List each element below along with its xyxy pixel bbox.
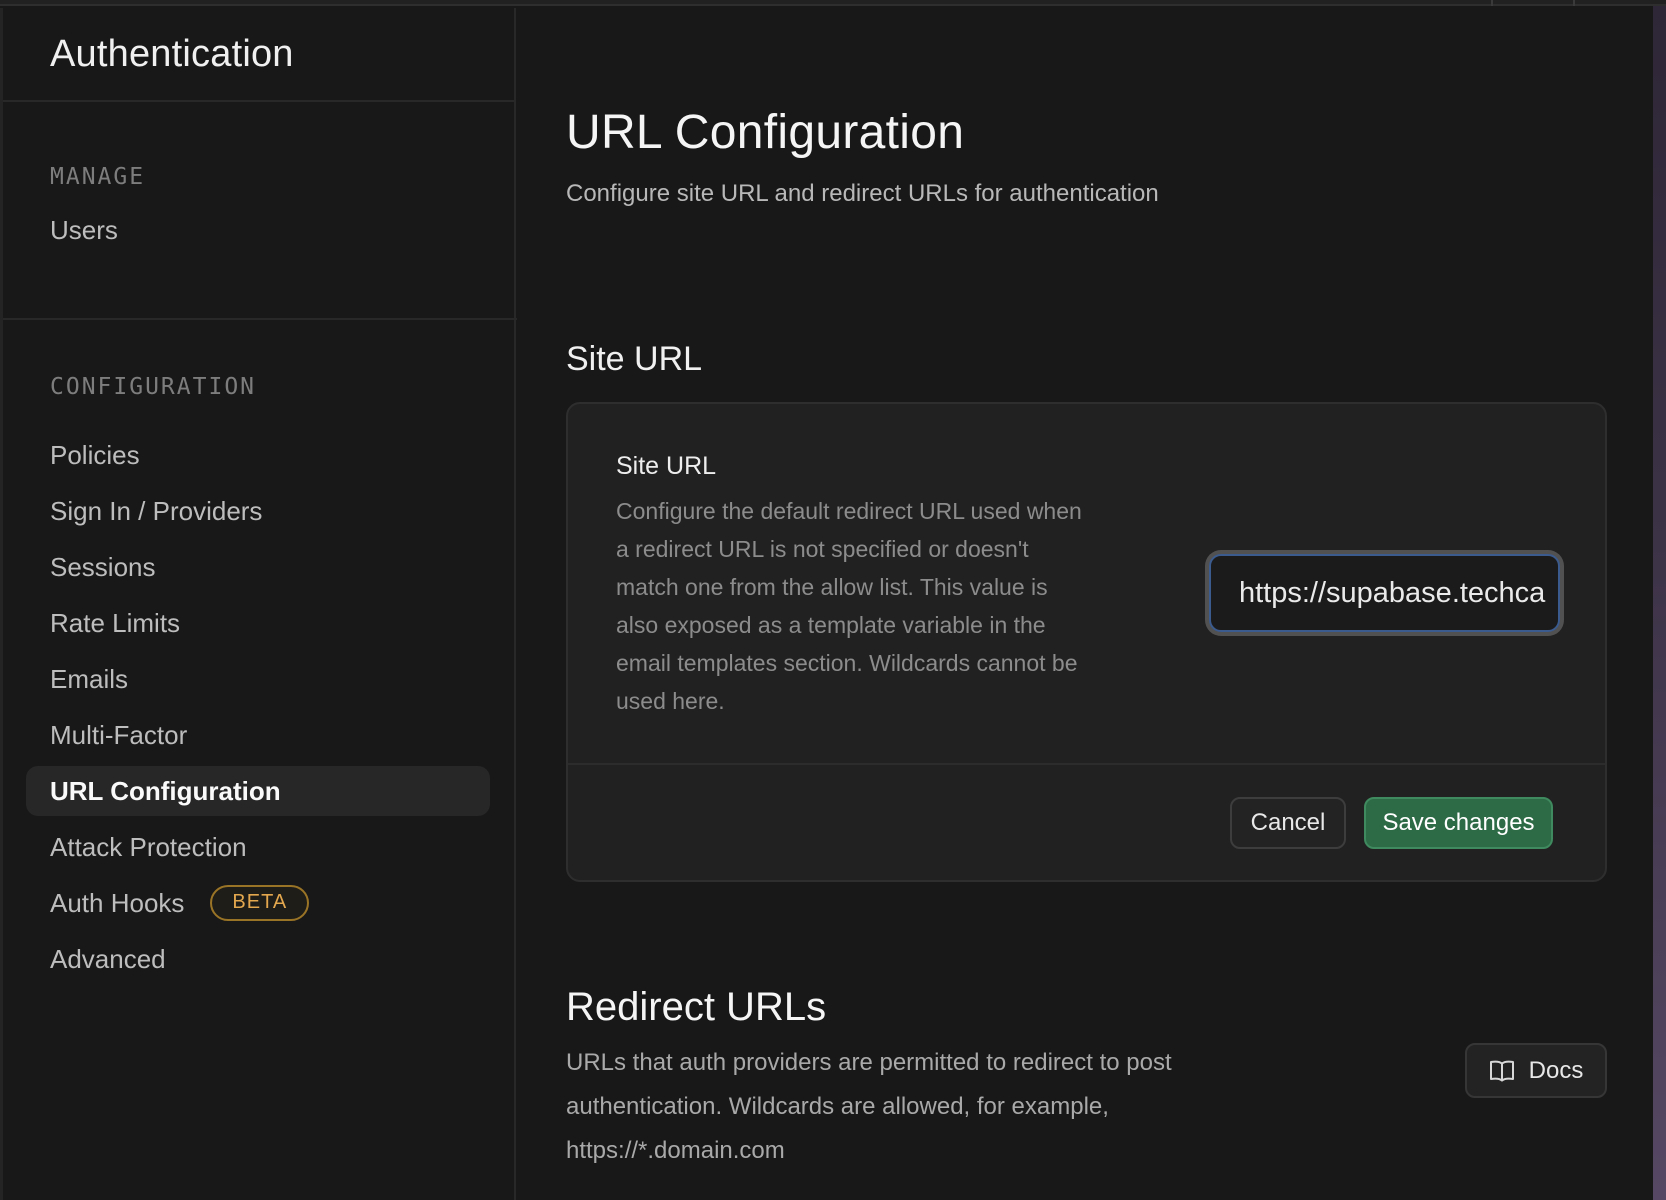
sidebar-item-attack-protection[interactable]: Attack Protection xyxy=(26,822,490,872)
section-label-manage: MANAGE xyxy=(50,164,145,190)
beta-badge: BETA xyxy=(210,885,309,921)
docs-button-label: Docs xyxy=(1529,1057,1584,1085)
sidebar-item-sign-in-providers[interactable]: Sign In / Providers xyxy=(26,486,490,536)
page-title: URL Configuration xyxy=(566,105,964,160)
sidebar-item-advanced[interactable]: Advanced xyxy=(26,934,490,984)
site-url-field-label: Site URL xyxy=(616,452,716,481)
sidebar-item-url-configuration[interactable]: URL Configuration xyxy=(26,766,490,816)
tab-divider xyxy=(1573,0,1575,6)
right-edge-panel-strip xyxy=(1653,6,1666,1200)
book-icon xyxy=(1489,1060,1515,1082)
docs-button[interactable]: Docs xyxy=(1465,1043,1607,1098)
site-url-input[interactable] xyxy=(1209,554,1560,632)
main-content: URL Configuration Configure site URL and… xyxy=(518,8,1653,1200)
tab-divider xyxy=(1491,0,1493,6)
sidebar-item-auth-hooks[interactable]: Auth Hooks BETA xyxy=(26,878,490,928)
sidebar-item-multi-factor[interactable]: Multi-Factor xyxy=(26,710,490,760)
site-url-card: Site URL Configure the default redirect … xyxy=(566,402,1607,882)
redirect-urls-heading: Redirect URLs xyxy=(566,985,826,1030)
sidebar-item-policies[interactable]: Policies xyxy=(26,430,490,480)
sidebar-item-sessions[interactable]: Sessions xyxy=(26,542,490,592)
save-changes-button[interactable]: Save changes xyxy=(1364,797,1553,849)
site-url-heading: Site URL xyxy=(566,340,702,379)
site-url-field-description: Configure the default redirect URL used … xyxy=(616,492,1086,720)
sidebar-title: Authentication xyxy=(50,33,294,76)
redirect-urls-description: URLs that auth providers are permitted t… xyxy=(566,1041,1310,1173)
card-footer: Cancel Save changes xyxy=(568,763,1605,880)
section-label-configuration: CONFIGURATION xyxy=(50,374,256,400)
sidebar-item-rate-limits[interactable]: Rate Limits xyxy=(26,598,490,648)
sidebar-item-emails[interactable]: Emails xyxy=(26,654,490,704)
sidebar-divider xyxy=(3,318,517,320)
cancel-button[interactable]: Cancel xyxy=(1230,797,1346,849)
page-subtitle: Configure site URL and redirect URLs for… xyxy=(566,180,1159,208)
sidebar-item-users[interactable]: Users xyxy=(26,205,490,255)
auth-sidebar: Authentication MANAGE Users CONFIGURATIO… xyxy=(0,8,516,1200)
app-window: Authentication MANAGE Users CONFIGURATIO… xyxy=(0,0,1666,1200)
browser-tabstrip-edge xyxy=(0,0,1666,6)
sidebar-header: Authentication xyxy=(3,8,514,102)
